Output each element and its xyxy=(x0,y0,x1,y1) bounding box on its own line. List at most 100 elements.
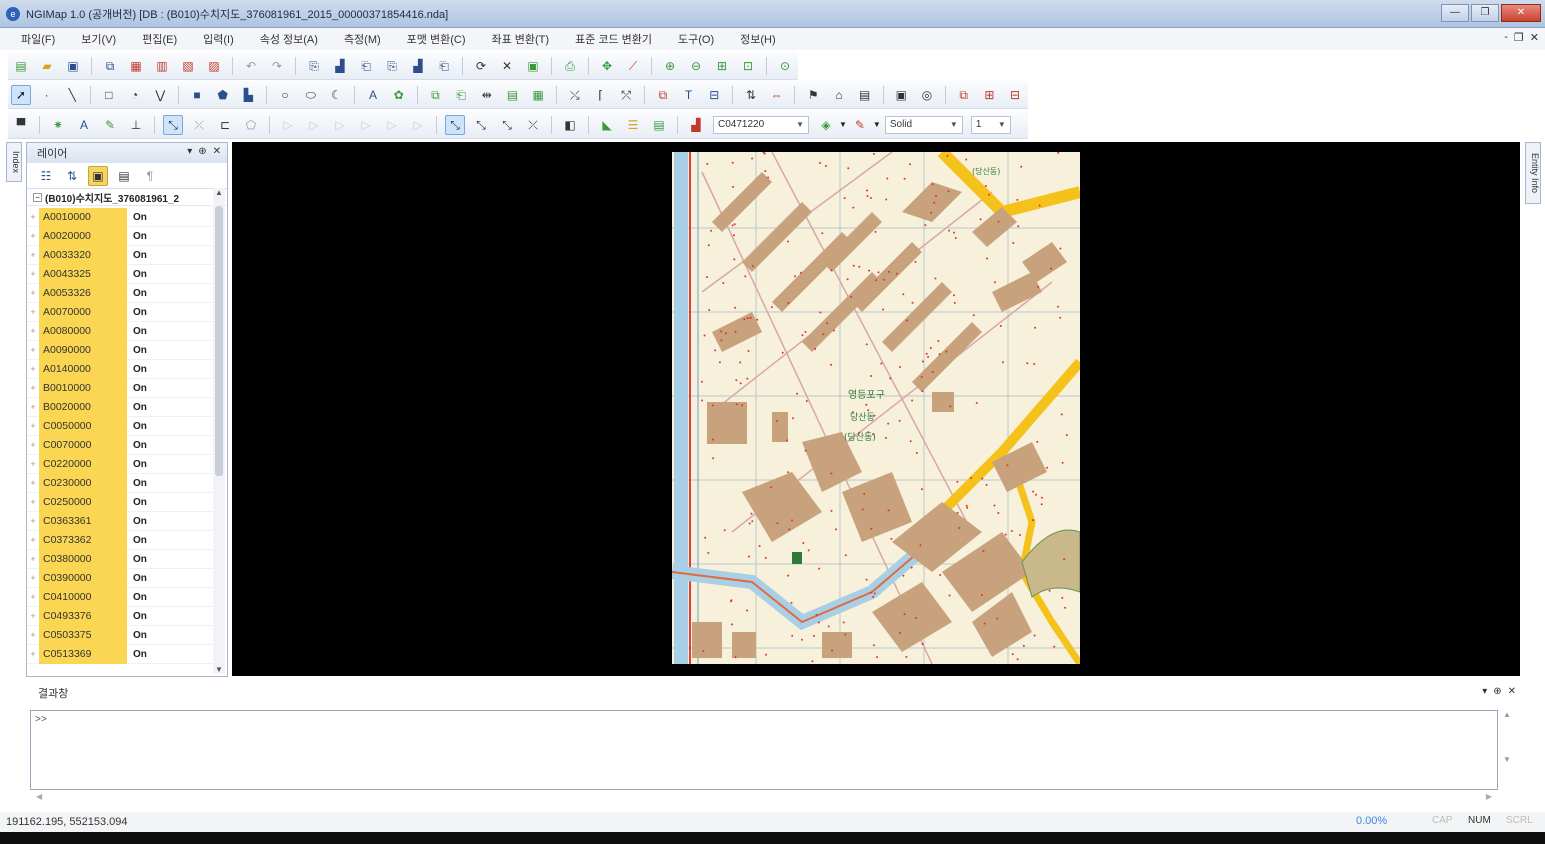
close-button[interactable]: ✕ xyxy=(1501,4,1541,22)
undo-icon[interactable]: ↶ xyxy=(241,56,261,76)
expand-icon[interactable]: + xyxy=(27,592,39,602)
expand-icon[interactable]: + xyxy=(27,630,39,640)
menu-standard-code-converter[interactable]: 표준 코드 변환기 xyxy=(572,29,655,49)
play-next-icon[interactable]: ▷ xyxy=(356,115,376,135)
expand-icon[interactable]: + xyxy=(27,535,39,545)
layer-tree-icon[interactable]: ☷ xyxy=(36,166,56,186)
menu-view[interactable]: 보기(V) xyxy=(78,29,119,49)
layer-row[interactable]: + C0493376 On xyxy=(27,606,213,626)
minimize-button[interactable]: — xyxy=(1441,4,1469,22)
menu-file[interactable]: 파일(F) xyxy=(18,29,58,49)
date-icon[interactable]: ▤ xyxy=(503,85,523,105)
sort-icon[interactable]: ⇅ xyxy=(62,166,82,186)
intersect-icon[interactable]: ⤱ xyxy=(616,85,636,105)
layer-status[interactable]: On xyxy=(127,516,147,527)
doc-restore-button[interactable]: ❐ xyxy=(1514,31,1524,44)
menu-help[interactable]: 정보(H) xyxy=(737,29,779,49)
layer-status[interactable]: On xyxy=(127,554,147,565)
move-icon[interactable]: ⇹ xyxy=(477,85,497,105)
overlay-icon[interactable]: ◎ xyxy=(917,85,937,105)
node-icon[interactable]: ⁕ xyxy=(48,115,68,135)
layer-status[interactable]: On xyxy=(127,269,147,280)
layer-row[interactable]: + C0220000 On xyxy=(27,454,213,474)
layer-row[interactable]: + A0043325 On xyxy=(27,264,213,284)
layer-status[interactable]: On xyxy=(127,573,147,584)
pan-icon[interactable]: ✥ xyxy=(597,56,617,76)
expand-icon[interactable]: + xyxy=(27,440,39,450)
menu-measure[interactable]: 측정(M) xyxy=(341,29,384,49)
zoom-window-icon[interactable]: ⊞ xyxy=(712,56,732,76)
layer-row[interactable]: + C0373362 On xyxy=(27,530,213,550)
layer-row[interactable]: + C0230000 On xyxy=(27,473,213,493)
select-line-icon[interactable]: ⤡ xyxy=(445,114,465,135)
layer-row[interactable]: + A0080000 On xyxy=(27,321,213,341)
entity-info-side-tab[interactable]: Entity Info xyxy=(1525,142,1541,204)
layer-status[interactable]: On xyxy=(127,212,147,223)
layer-status[interactable]: On xyxy=(127,497,147,508)
expand-icon[interactable]: + xyxy=(27,383,39,393)
pin-icon[interactable]: ⊕ xyxy=(1493,686,1501,697)
close-icon[interactable]: ✕ xyxy=(1508,686,1516,697)
layer-info-icon[interactable]: ¶ xyxy=(140,166,160,186)
layer-row[interactable]: + B0020000 On xyxy=(27,397,213,417)
result-horizontal-scrollbar[interactable]: ◀ ▶ xyxy=(30,792,1498,804)
text-edit-icon[interactable]: T xyxy=(679,85,699,105)
layer-status[interactable]: On xyxy=(127,592,147,603)
panel-menu-icon[interactable]: ▾ xyxy=(187,146,192,157)
layer-row[interactable]: + C0070000 On xyxy=(27,435,213,455)
pin-icon[interactable]: ✎ xyxy=(100,115,120,135)
layer-properties-icon[interactable]: ▤ xyxy=(114,166,134,186)
polygon-outline-icon[interactable]: ⬠ xyxy=(241,115,261,135)
collapse-icon[interactable]: − xyxy=(33,192,42,202)
layer-row[interactable]: + C0410000 On xyxy=(27,587,213,607)
new-file-icon[interactable]: ▤ xyxy=(11,56,31,76)
arc-icon[interactable]: ◔ xyxy=(125,85,145,105)
copy-layer-icon[interactable]: ⎘ xyxy=(382,56,402,76)
stats-icon[interactable]: ▟ xyxy=(408,56,428,76)
line-style-select[interactable]: Solid ▼ xyxy=(884,115,963,134)
expand-icon[interactable]: + xyxy=(27,326,39,336)
layer-row[interactable]: + A0010000 On xyxy=(27,207,213,227)
panel-menu-icon[interactable]: ▾ xyxy=(1482,686,1487,697)
copy-icon[interactable]: ⎘ xyxy=(304,56,324,76)
maximize-button[interactable]: ❐ xyxy=(1471,4,1499,22)
layer-row[interactable]: + C0363361 On xyxy=(27,511,213,531)
delete-line-icon[interactable]: ⤫ xyxy=(523,115,543,135)
ruler-icon[interactable]: ⊥ xyxy=(126,115,146,135)
layer-row[interactable]: + C0380000 On xyxy=(27,549,213,569)
crop-icon[interactable]: ⊏ xyxy=(215,115,235,135)
play-last-icon[interactable]: ▷ xyxy=(382,115,402,135)
redo-icon[interactable]: ↷ xyxy=(267,56,287,76)
expand-icon[interactable]: + xyxy=(27,573,39,583)
play-first-icon[interactable]: ▷ xyxy=(278,115,298,135)
layer-status[interactable]: On xyxy=(127,383,147,394)
select-arrow-icon[interactable]: ➚ xyxy=(11,84,31,105)
menu-attribute-info[interactable]: 속성 정보(A) xyxy=(257,29,321,49)
expand-icon[interactable]: + xyxy=(27,459,39,469)
paste-object-icon[interactable]: ⎗ xyxy=(451,85,471,105)
play-icon[interactable]: ▷ xyxy=(330,115,350,135)
layer-row[interactable]: + A0070000 On xyxy=(27,302,213,322)
layer-status[interactable]: On xyxy=(127,231,147,242)
scroll-thumb[interactable] xyxy=(215,206,223,476)
expand-icon[interactable]: + xyxy=(27,212,39,222)
paste-icon[interactable]: ⎗ xyxy=(356,56,376,76)
doc-minimize-button[interactable]: - xyxy=(1504,31,1508,44)
corner-icon[interactable]: ⌈ xyxy=(591,85,611,105)
bar-chart-icon[interactable]: ▟ xyxy=(686,115,706,135)
delete-icon[interactable]: ✕ xyxy=(497,56,517,76)
pin-icon[interactable]: ⊕ xyxy=(198,146,206,157)
expand-icon[interactable]: + xyxy=(27,402,39,412)
pattern-icon[interactable]: ▤ xyxy=(649,115,669,135)
fill-color-dropdown-icon[interactable]: ▼ xyxy=(839,120,847,129)
close-icon[interactable]: ✕ xyxy=(213,146,221,157)
layer-merge-icon[interactable]: ⊞ xyxy=(980,85,1000,105)
map-frame-icon[interactable]: ◧ xyxy=(560,115,580,135)
layer-delete-icon[interactable]: ▧ xyxy=(178,56,198,76)
chart-icon[interactable]: ▟ xyxy=(330,56,350,76)
expand-icon[interactable]: + xyxy=(27,364,39,374)
expand-icon[interactable]: + xyxy=(27,516,39,526)
topographic-map-image[interactable]: 영등포구 당산동 (당산동) (당산동) xyxy=(672,152,1080,664)
layer-status[interactable]: On xyxy=(127,288,147,299)
expand-icon[interactable]: + xyxy=(27,649,39,659)
